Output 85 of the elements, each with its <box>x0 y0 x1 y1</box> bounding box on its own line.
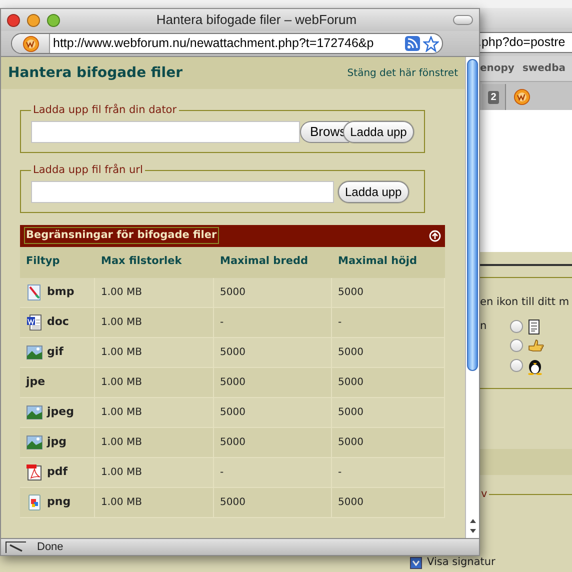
table-cell: bmp <box>20 278 95 308</box>
upload-button[interactable]: Ladda upp <box>343 120 414 143</box>
table-cell: 5000 <box>214 398 332 428</box>
scroll-thumb[interactable] <box>467 59 478 371</box>
image-file-icon <box>26 434 43 450</box>
image-file-icon <box>26 404 43 420</box>
table-cell: doc <box>20 308 95 338</box>
address-field[interactable]: .php?do=postre <box>478 32 572 52</box>
table-cell: - <box>332 458 445 488</box>
table-cell: jpeg <box>20 398 95 428</box>
upload-group-legend: Ladda upp fil från url <box>31 162 145 178</box>
checkbox-label: Visa signatur <box>427 555 496 570</box>
radio-button[interactable] <box>510 359 523 372</box>
png-file-icon <box>26 494 43 510</box>
limits-title: Begränsningar för bifogade filer <box>24 226 219 244</box>
table-cell: 5000 <box>214 428 332 458</box>
table-cell: 1.00 MB <box>95 398 214 428</box>
table-cell: 5000 <box>214 278 332 308</box>
icon-prompt-text: en ikon till ditt m <box>480 295 570 310</box>
bookmark-item[interactable]: enopy <box>480 61 514 76</box>
scrollbar[interactable] <box>465 57 479 538</box>
table-cell: - <box>214 308 332 338</box>
thumbs-up-icon <box>527 338 545 354</box>
tab[interactable]: 2 <box>482 84 506 110</box>
column-header: Max filstorlek <box>95 246 214 278</box>
table-cell: pdf <box>20 458 95 488</box>
column-header: Filtyp <box>20 246 95 278</box>
table-cell: 5000 <box>214 368 332 398</box>
table-cell: jpe <box>20 368 95 398</box>
upload-button[interactable]: Ladda upp <box>338 180 409 202</box>
column-header: Maximal bredd <box>214 246 332 278</box>
bookmark-item[interactable]: swedba <box>522 61 566 76</box>
radio-button[interactable] <box>510 320 523 334</box>
upload-field[interactable] <box>31 120 300 143</box>
word-document-icon <box>26 314 43 330</box>
table-cell: 1.00 MB <box>95 278 214 308</box>
close-window-icon[interactable] <box>7 14 20 26</box>
table-cell: 1.00 MB <box>95 308 214 338</box>
forum-logo-icon <box>22 36 38 52</box>
forum-logo-icon <box>514 89 530 105</box>
table-cell: - <box>332 308 445 338</box>
zoom-window-icon[interactable] <box>47 14 60 26</box>
window-title: Hantera bifogade filer – webForum <box>155 11 358 30</box>
tab-count-badge: 2 <box>488 90 500 104</box>
table-cell: 5000 <box>214 488 332 518</box>
upload-group-legend: Ladda upp fil från din dator <box>31 103 179 119</box>
icon-label: n <box>480 318 488 334</box>
table-cell: - <box>214 458 332 488</box>
pdf-file-icon <box>26 464 43 480</box>
table-cell: 1.00 MB <box>95 338 214 368</box>
url-text: .php?do=postre <box>478 34 566 51</box>
table-cell: 1.00 MB <box>95 428 214 458</box>
minimize-window-icon[interactable] <box>27 14 40 26</box>
pen-icon <box>5 540 27 554</box>
legend-text: v <box>480 486 488 502</box>
table-cell: 5000 <box>332 338 445 368</box>
table-cell: 1.00 MB <box>95 368 214 398</box>
table-cell: 5000 <box>332 368 445 398</box>
checkbox[interactable] <box>410 557 422 570</box>
table-cell: 1.00 MB <box>95 458 214 488</box>
column-header: Maximal höjd <box>332 246 445 278</box>
radio-button[interactable] <box>510 339 523 352</box>
upload-field[interactable] <box>31 180 334 202</box>
url-text: http://www.webforum.nu/newattachment.php?t=172746&p <box>52 35 375 52</box>
table-cell: gif <box>20 338 95 368</box>
table-cell: png <box>20 488 95 518</box>
table-cell: 5000 <box>332 428 445 458</box>
paint-file-icon <box>26 284 43 300</box>
collapse-icon[interactable] <box>429 230 441 242</box>
bookmark-star-icon[interactable] <box>423 36 439 52</box>
page-heading: Hantera bifogade filer <box>8 64 183 82</box>
table-cell: 5000 <box>332 488 445 518</box>
table-cell: 5000 <box>332 398 445 428</box>
toolbar-toggle-icon[interactable] <box>453 15 473 25</box>
table-cell: 5000 <box>332 278 445 308</box>
table-cell: jpg <box>20 428 95 458</box>
table-cell: 5000 <box>214 338 332 368</box>
table-cell: 1.00 MB <box>95 488 214 518</box>
checkmark-icon <box>412 560 420 566</box>
rss-feed-icon[interactable] <box>405 36 420 51</box>
document-icon <box>527 318 541 335</box>
address-field[interactable]: http://www.webforum.nu/newattachment.php?t=172746&p <box>11 33 443 54</box>
close-window-link[interactable]: Stäng det här fönstret <box>347 66 458 80</box>
image-file-icon <box>26 344 43 360</box>
status-text: Done <box>37 540 64 555</box>
